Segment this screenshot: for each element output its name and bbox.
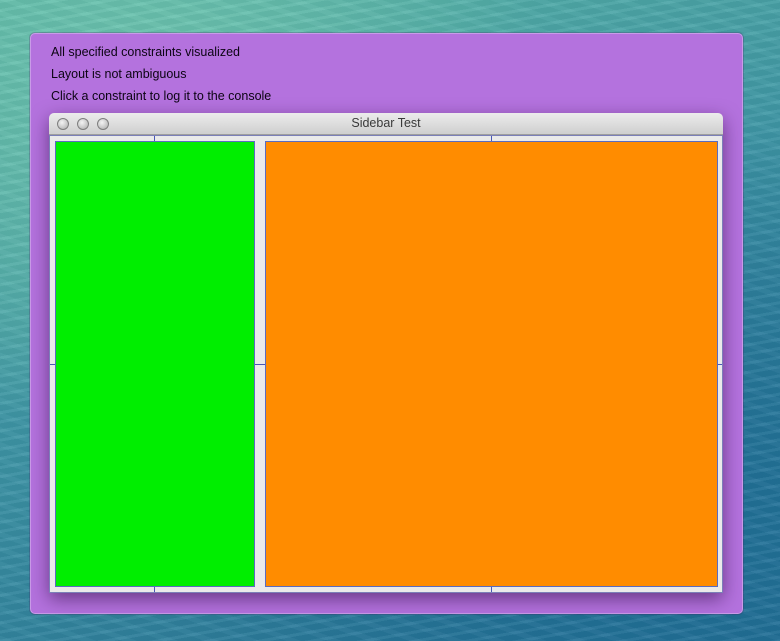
sidebar-test-window: Sidebar Test bbox=[49, 113, 723, 593]
window-titlebar[interactable]: Sidebar Test bbox=[49, 113, 723, 135]
constraint-main-trailing[interactable] bbox=[718, 364, 722, 365]
constraint-sidebar-bottom[interactable] bbox=[154, 587, 155, 592]
window-content-view bbox=[49, 135, 723, 593]
status-click-hint: Click a constraint to log it to the cons… bbox=[51, 89, 272, 103]
status-layout-ambiguity: Layout is not ambiguous bbox=[51, 67, 187, 81]
status-constraints-visualized: All specified constraints visualized bbox=[51, 45, 240, 59]
constraint-debug-overlay: All specified constraints visualized Lay… bbox=[30, 33, 743, 614]
sidebar-view[interactable] bbox=[55, 141, 255, 587]
main-content-view[interactable] bbox=[265, 141, 718, 587]
constraint-main-bottom[interactable] bbox=[491, 587, 492, 592]
window-title: Sidebar Test bbox=[351, 116, 421, 130]
constraint-sidebar-main-spacing[interactable] bbox=[255, 364, 265, 365]
